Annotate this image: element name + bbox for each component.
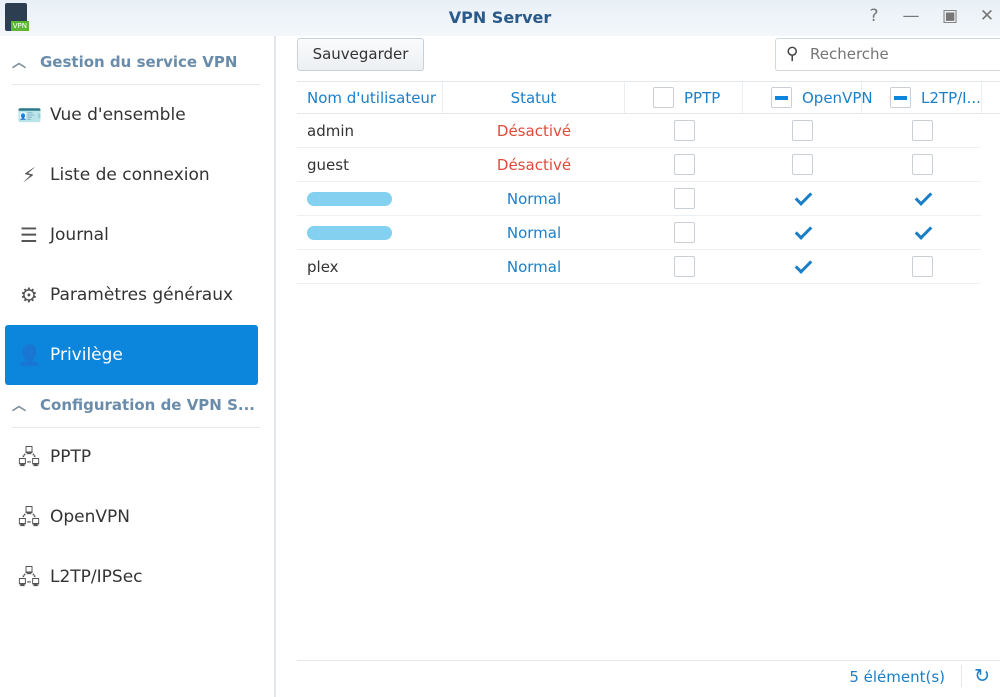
pptp-checkbox[interactable] (673, 154, 695, 175)
status-cell: Normal (506, 223, 562, 242)
sidebar-item-log[interactable]: ☰ Journal (5, 205, 258, 265)
chevron-up-icon: ︿ (12, 55, 26, 71)
l2tp-checkbox[interactable] (911, 188, 933, 209)
sidebar-item-l2tp[interactable]: 🖧 L2TP/IPSec (5, 547, 258, 607)
l2tp-checkbox[interactable] (911, 256, 933, 277)
close-icon[interactable]: ✕ (976, 6, 998, 26)
user-lock-icon: 👤 (17, 343, 42, 367)
status-cell: Normal (506, 189, 562, 208)
table-row[interactable]: plex Normal (297, 250, 981, 284)
chevron-up-icon: ︿ (12, 398, 26, 414)
section-header-service[interactable]: ︿ Gestion du service VPN (12, 41, 260, 85)
table-row[interactable]: Normal (297, 216, 981, 250)
sidebar-item-openvpn[interactable]: 🖧 OpenVPN (5, 487, 258, 547)
select-all-pptp-checkbox[interactable] (653, 87, 674, 108)
pptp-checkbox[interactable] (673, 120, 695, 141)
plug-icon: ⚡ (21, 163, 37, 187)
minimize-icon[interactable]: — (900, 6, 922, 26)
network-icon: 🖧 (17, 445, 41, 469)
section-header-config[interactable]: ︿ Configuration de VPN S... (12, 384, 260, 428)
table-row[interactable]: guest Désactivé (297, 148, 981, 182)
redacted-username (307, 225, 392, 240)
l2tp-checkbox[interactable] (911, 222, 933, 243)
overview-icon: 🪪 (17, 103, 42, 127)
pptp-checkbox[interactable] (673, 188, 695, 209)
select-all-openvpn-checkbox[interactable] (771, 87, 792, 108)
sidebar-item-pptp[interactable]: 🖧 PPTP (5, 427, 258, 487)
l2tp-checkbox[interactable] (911, 120, 933, 141)
search-box[interactable]: ⚲ (775, 38, 1000, 71)
header-l2tp[interactable]: L2TP/I... (862, 82, 982, 113)
user-cell (297, 182, 443, 215)
user-cell: plex (307, 257, 339, 276)
sidebar-item-general-settings[interactable]: ⚙ Paramètres généraux (5, 265, 258, 325)
redacted-username (307, 191, 392, 206)
sidebar: ︿ Gestion du service VPN 🪪 Vue d'ensemble … (0, 36, 276, 697)
log-icon: ☰ (20, 223, 38, 247)
network-icon: 🖧 (17, 505, 41, 529)
openvpn-checkbox[interactable] (792, 256, 813, 277)
header-openvpn[interactable]: OpenVPN (743, 82, 873, 113)
gear-icon: ⚙ (20, 283, 38, 307)
status-cell: Normal (506, 257, 562, 276)
openvpn-checkbox[interactable] (792, 188, 813, 209)
table-footer: 5 élément(s) ↻ (297, 660, 1000, 697)
status-cell: Désactivé (496, 121, 572, 140)
window-title: VPN Server (448, 8, 552, 27)
search-icon: ⚲ (786, 44, 799, 64)
sidebar-item-connections[interactable]: ⚡ Liste de connexion (5, 145, 258, 205)
title-bar: VPN VPN Server ? — ▣ ✕ (0, 0, 1000, 36)
l2tp-checkbox[interactable] (911, 154, 933, 175)
status-cell: Désactivé (496, 155, 572, 174)
table-header: Nom d'utilisateur Statut PPTP OpenVPN L2… (297, 81, 1000, 114)
sidebar-item-overview[interactable]: 🪪 Vue d'ensemble (5, 85, 258, 145)
openvpn-checkbox[interactable] (792, 154, 813, 175)
search-input[interactable] (810, 45, 990, 63)
select-all-l2tp-checkbox[interactable] (890, 87, 911, 108)
openvpn-checkbox[interactable] (792, 222, 813, 243)
refresh-icon[interactable]: ↻ (961, 665, 990, 687)
privilege-table: Nom d'utilisateur Statut PPTP OpenVPN L2… (297, 81, 1000, 284)
openvpn-checkbox[interactable] (792, 120, 813, 141)
pptp-checkbox[interactable] (673, 256, 695, 277)
user-cell: admin (307, 121, 354, 140)
network-icon: 🖧 (17, 565, 41, 589)
table-row[interactable]: Normal (297, 182, 981, 216)
header-user[interactable]: Nom d'utilisateur (297, 82, 443, 113)
help-icon[interactable]: ? (863, 6, 885, 26)
header-pptp[interactable]: PPTP (625, 82, 743, 113)
pptp-checkbox[interactable] (673, 222, 695, 243)
maximize-icon[interactable]: ▣ (939, 6, 961, 26)
table-row[interactable]: admin Désactivé (297, 114, 981, 148)
user-cell (297, 216, 443, 249)
item-count: 5 élément(s) (849, 668, 945, 686)
header-status[interactable]: Statut (443, 82, 625, 113)
user-cell: guest (307, 155, 349, 174)
sidebar-item-privilege[interactable]: 👤 Privilège (5, 325, 258, 385)
save-button[interactable]: Sauvegarder (297, 38, 424, 71)
